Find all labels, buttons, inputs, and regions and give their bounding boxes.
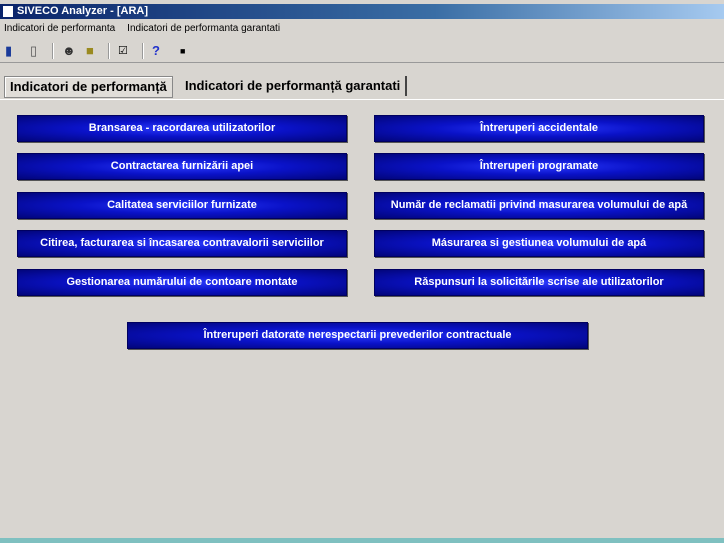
window-title: SIVECO Analyzer - [ARA] [17, 5, 149, 17]
btn-bransarea[interactable]: Bransarea - racordarea utilizatorilor [17, 115, 347, 142]
btn-intreruperi-contractuale[interactable]: Întreruperi datorate nerespectarii preve… [127, 322, 588, 349]
btn-masurarea[interactable]: Másurarea si gestiunea volumului de apá [374, 230, 704, 257]
book-icon[interactable]: ▮ [5, 44, 12, 58]
title-bar: SIVECO Analyzer - [ARA] [0, 4, 724, 19]
tab-indicatori[interactable]: Indicatori de performanță [4, 76, 173, 98]
btn-intreruperi-programate[interactable]: Întreruperi programate [374, 153, 704, 180]
menu-indicatori[interactable]: Indicatori de performanta [4, 23, 115, 34]
btn-intreruperi-accidentale[interactable]: Întreruperi accidentale [374, 115, 704, 142]
btn-citirea[interactable]: Citirea, facturarea si încasarea contrav… [17, 230, 347, 257]
btn-contractarea[interactable]: Contractarea furnizării apei [17, 153, 347, 180]
trash-icon[interactable]: ▯ [30, 44, 37, 58]
status-strip [0, 538, 724, 543]
menu-bar: Indicatori de performanta Indicatori de p… [0, 20, 724, 38]
toolbar: ▮ ▯ ☻ ■ ☑ ? ■ [0, 40, 724, 63]
lock-icon[interactable]: ■ [86, 44, 94, 58]
menu-indicatori-garantati[interactable]: Indicatori de performanta garantati [127, 23, 280, 34]
app-icon [3, 6, 13, 17]
btn-reclamatii[interactable]: Număr de reclamatii privind masurarea vo… [374, 192, 704, 219]
user-icon[interactable]: ☻ [62, 44, 76, 58]
tab-indicatori-garantati[interactable]: Indicatori de performanță garantati [180, 76, 408, 96]
btn-raspunsuri[interactable]: Rǎspunsuri la solicitările scrise ale ut… [374, 269, 704, 296]
checkbox-icon[interactable]: ☑ [118, 44, 128, 58]
btn-calitatea[interactable]: Calitatea serviciilor furnizate [17, 192, 347, 219]
stop-icon[interactable]: ■ [180, 44, 185, 58]
tab-panel: Bransarea - racordarea utilizatorilor Co… [0, 99, 724, 539]
help-icon[interactable]: ? [152, 44, 160, 58]
btn-gestionarea[interactable]: Gestionarea numărului de contoare montat… [17, 269, 347, 296]
